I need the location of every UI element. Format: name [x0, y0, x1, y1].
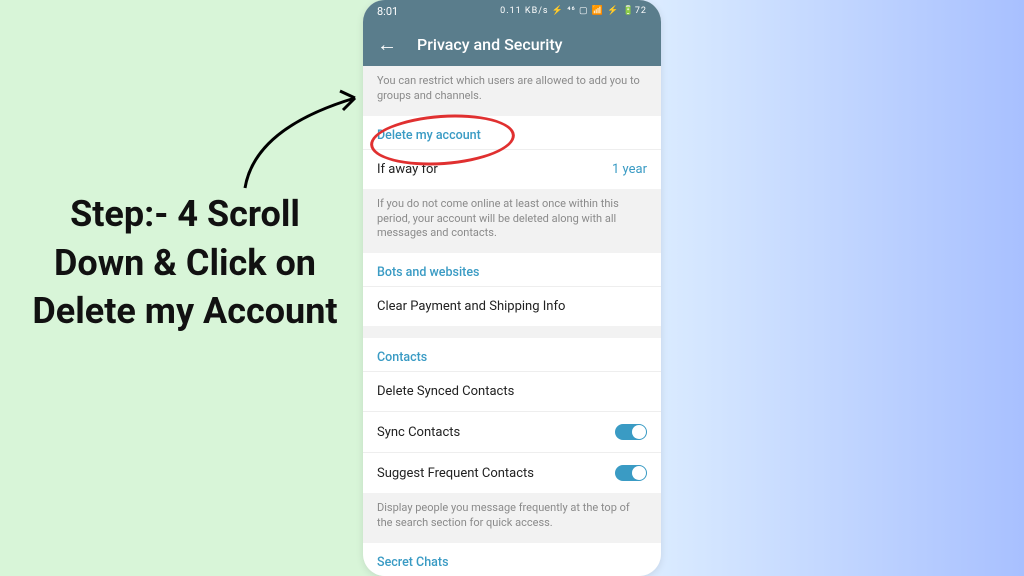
status-icons: 0.11 KB/s ⚡ ⁴⁶ ▢ 📶 ⚡ 🔋72: [500, 6, 647, 16]
delete-account-description: If you do not come online at least once …: [363, 189, 661, 254]
sync-contacts-item[interactable]: Sync Contacts: [363, 411, 661, 452]
if-away-label: If away for: [377, 162, 438, 177]
secret-chats-header: Secret Chats: [363, 543, 661, 576]
status-bar: 8:01 0.11 KB/s ⚡ ⁴⁶ ▢ 📶 ⚡ 🔋72: [363, 0, 661, 22]
contacts-header: Contacts: [363, 338, 661, 371]
pointer-arrow: [225, 78, 385, 198]
instruction-text: Step:- 4 Scroll Down & Click on Delete m…: [30, 190, 340, 336]
contacts-section: Contacts Delete Synced Contacts Sync Con…: [363, 338, 661, 493]
bots-section: Bots and websites Clear Payment and Ship…: [363, 253, 661, 326]
app-header: ← Privacy and Security: [363, 22, 661, 66]
delete-synced-label: Delete Synced Contacts: [377, 384, 514, 399]
restrict-description: You can restrict which users are allowed…: [363, 66, 661, 116]
clear-payment-label: Clear Payment and Shipping Info: [377, 299, 565, 314]
delete-account-header: Delete my account: [363, 116, 661, 149]
suggest-contacts-label: Suggest Frequent Contacts: [377, 466, 534, 481]
secret-chats-section: Secret Chats: [363, 543, 661, 576]
suggest-contacts-item[interactable]: Suggest Frequent Contacts: [363, 452, 661, 493]
clear-payment-item[interactable]: Clear Payment and Shipping Info: [363, 286, 661, 326]
if-away-for-item[interactable]: If away for 1 year: [363, 149, 661, 189]
bots-header: Bots and websites: [363, 253, 661, 286]
if-away-value: 1 year: [612, 162, 647, 177]
phone-frame: 8:01 0.11 KB/s ⚡ ⁴⁶ ▢ 📶 ⚡ 🔋72 ← Privacy …: [363, 0, 661, 576]
contacts-description: Display people you message frequently at…: [363, 493, 661, 543]
suggest-contacts-toggle[interactable]: [615, 465, 647, 481]
delete-synced-item[interactable]: Delete Synced Contacts: [363, 371, 661, 411]
sync-contacts-label: Sync Contacts: [377, 425, 460, 440]
back-arrow-icon[interactable]: ←: [377, 32, 397, 57]
status-time: 8:01: [377, 5, 398, 18]
delete-account-section: Delete my account If away for 1 year: [363, 116, 661, 189]
sync-contacts-toggle[interactable]: [615, 424, 647, 440]
bots-spacer: [363, 326, 661, 338]
page-title: Privacy and Security: [417, 35, 562, 54]
